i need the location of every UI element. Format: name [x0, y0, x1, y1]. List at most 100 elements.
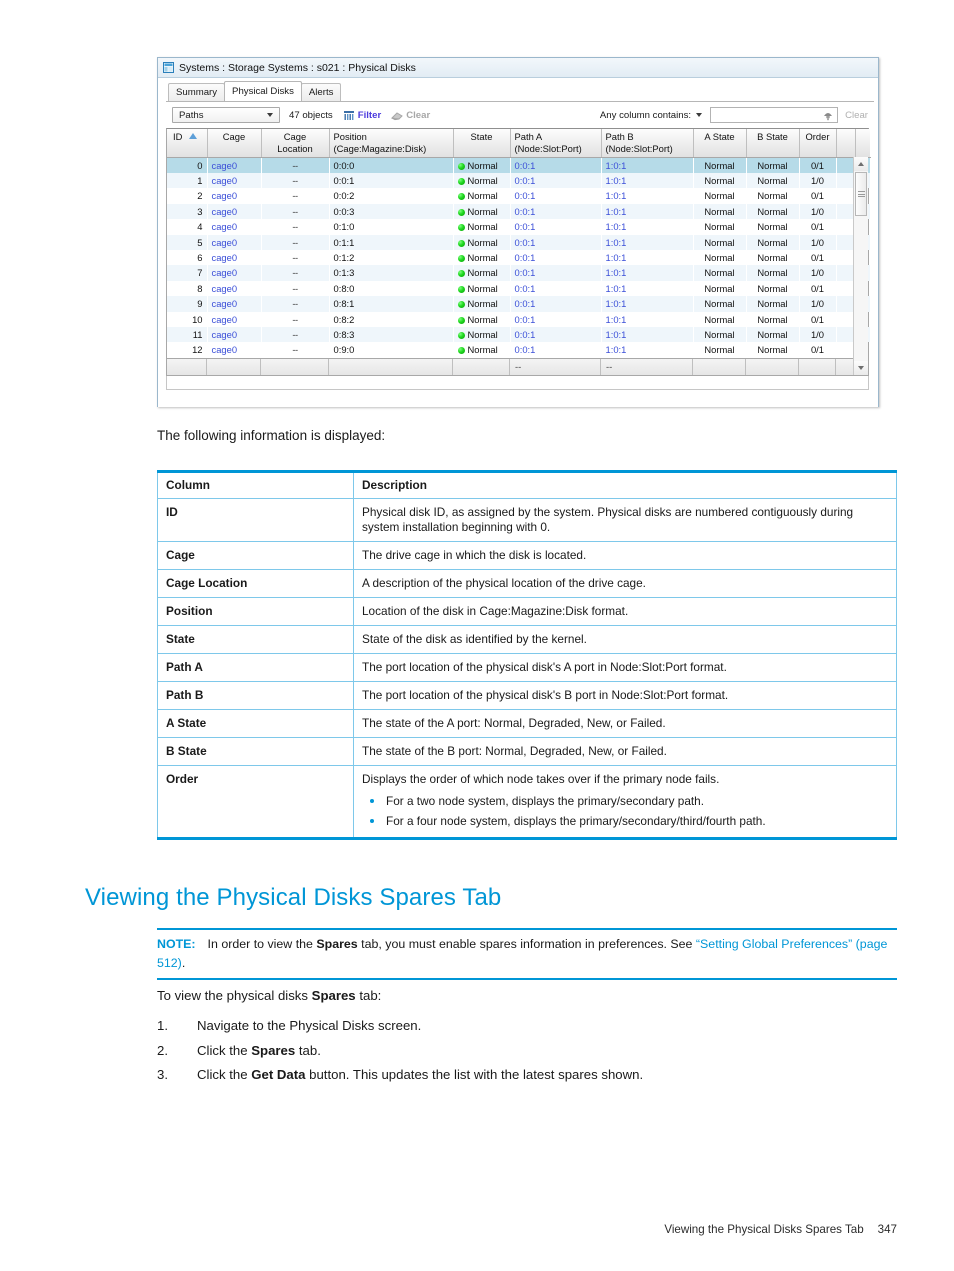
desc-cell-name: Path A — [157, 653, 354, 682]
search-input[interactable] — [710, 107, 839, 123]
desc-row: Path A The port location of the physical … — [157, 653, 897, 682]
col-header-id[interactable]: ID — [167, 129, 208, 158]
col-header-order[interactable]: Order — [799, 129, 837, 158]
scroll-up-arrow-icon[interactable] — [854, 157, 868, 171]
col-header-path-a[interactable]: Path A (Node:Slot:Port) — [510, 129, 602, 158]
desc-cell-description: Physical disk ID, as assigned by the sys… — [353, 498, 897, 542]
table-row[interactable]: 7 cage0 -- 0:1:3 Normal 0:0:1 1:0:1 Normal Norma… — [167, 265, 870, 281]
desc-cell-description: Displays the order of which node takes o… — [353, 765, 897, 840]
table-row[interactable]: 1 cage0 -- 0:0:1 Normal 0:0:1 1:0:1 Normal Norma… — [167, 172, 870, 189]
note-text-1: In order to view the — [207, 937, 317, 951]
filter-button-label: Filter — [357, 109, 382, 121]
note-label: NOTE: — [157, 937, 196, 951]
cell-a-state: Normal — [704, 344, 735, 356]
desc-cell-description: Location of the disk in Cage:Magazine:Di… — [353, 597, 897, 626]
table-row[interactable]: 10 cage0 -- 0:8:2 Normal 0:0:1 1:0:1 Normal Norm… — [167, 312, 870, 327]
table-row[interactable]: 3 cage0 -- 0:0:3 Normal 0:0:1 1:0:1 Normal Norma… — [167, 203, 870, 220]
cell-state-label: Normal — [467, 221, 498, 233]
grid-scrollbar[interactable] — [853, 157, 868, 375]
step-text-2: button. This updates the list with the l… — [305, 1067, 644, 1082]
table-row[interactable]: 2 cage0 -- 0:0:2 Normal 0:0:1 1:0:1 Normal Norma… — [167, 188, 870, 203]
scrollbar-thumb[interactable] — [855, 172, 867, 216]
object-count-label: 47 objects — [289, 109, 333, 121]
col-header-state[interactable]: State — [453, 129, 511, 158]
col-header-path-a-sublabel: (Node:Slot:Port) — [514, 142, 582, 154]
table-row[interactable]: 11 cage0 -- 0:8:3 Normal 0:0:1 1:0:1 Normal Norm… — [167, 326, 870, 343]
tab-summary[interactable]: Summary — [168, 83, 226, 101]
cell-a-state: Normal — [693, 234, 746, 250]
grid-footer-row: -- -- — [167, 357, 868, 375]
view-select[interactable]: Paths — [172, 107, 280, 123]
cell-cage-location: -- — [261, 234, 329, 250]
desc-cell-description: A description of the physical location o… — [353, 569, 897, 598]
desc-row: Cage The drive cage in which the disk is … — [157, 541, 897, 570]
cell-a-state: Normal — [704, 282, 735, 294]
cell-b-state: Normal — [746, 265, 799, 281]
cell-state: Normal — [453, 281, 510, 296]
desc-cell-text: Location of the disk in Cage:Magazine:Di… — [362, 604, 629, 618]
desc-cell-name: A State — [157, 709, 354, 738]
cell-state-label: Normal — [467, 190, 498, 202]
step-bold: Get Data — [251, 1067, 306, 1082]
scroll-down-arrow-icon[interactable] — [854, 360, 868, 375]
filter-button[interactable]: Filter — [343, 110, 381, 121]
desc-cell-name: Cage Location — [157, 569, 354, 598]
filter-icon — [343, 110, 355, 121]
desc-cell-description: The port location of the physical disk's… — [353, 653, 897, 682]
footer-cell-cage — [207, 358, 261, 375]
chevron-down-icon[interactable] — [696, 113, 703, 117]
clear-filter-label: Clear — [406, 109, 431, 121]
footer-cell-a-state — [693, 358, 746, 375]
cell-state-label: Normal — [467, 328, 498, 340]
cell-cage-location: -- — [261, 172, 329, 189]
cell-state: Normal — [453, 219, 510, 234]
step-text-2: tab. — [295, 1042, 321, 1058]
cell-path-b: 1:0:1 — [601, 265, 693, 281]
cell-cage-location: -- — [292, 282, 298, 294]
tab-alerts[interactable]: Alerts — [300, 83, 342, 101]
table-row[interactable]: 4 cage0 -- 0:1:0 Normal 0:0:1 1:0:1 Normal Norma… — [167, 219, 870, 234]
col-header-a-state[interactable]: A State — [693, 129, 747, 158]
cell-path-b: 1:0:1 — [601, 172, 693, 189]
table-row[interactable]: 8 cage0 -- 0:8:0 Normal 0:0:1 1:0:1 Normal Norma… — [167, 281, 870, 296]
cell-position: 0:1:1 — [329, 234, 453, 250]
col-header-position[interactable]: Position (Cage:Magazine:Disk) — [329, 129, 454, 158]
cell-state: Normal — [453, 265, 510, 281]
desc-row: Cage Location A description of the physic… — [157, 569, 897, 598]
cell-position: 0:0:3 — [329, 203, 453, 220]
col-header-path-b[interactable]: Path B (Node:Slot:Port) — [601, 129, 694, 158]
note-callout: NOTE: In order to view the Spares tab, yo… — [157, 928, 897, 980]
green-status-dot — [457, 254, 465, 262]
desc-row: Order Displays the order of which node ta… — [157, 765, 897, 840]
cell-cage-location: -- — [261, 296, 329, 312]
green-status-dot — [457, 270, 465, 278]
col-header-cage-location[interactable]: Cage Location — [261, 129, 330, 158]
table-row[interactable]: 0 cage0 -- 0:0:0 Normal 0:0:1 1:0:1 Normal Norma… — [167, 157, 870, 173]
window-panel-icon — [163, 62, 174, 73]
table-row[interactable]: 9 cage0 -- 0:8:1 Normal 0:0:1 1:0:1 Normal Norma… — [167, 296, 870, 312]
cell-order: 1/0 — [799, 265, 836, 281]
cell-b-state: Normal — [757, 282, 788, 294]
col-header-cage[interactable]: Cage — [207, 129, 262, 158]
cell-cage: cage0 — [207, 157, 261, 173]
footer-cell-b-state — [746, 358, 799, 375]
cell-id: 7 — [167, 265, 207, 281]
desc-bullet-item: For a four node system, displays the pri… — [362, 811, 888, 831]
cell-path-b: 1:0:1 — [605, 190, 627, 202]
table-row[interactable]: 6 cage0 -- 0:1:2 Normal 0:0:1 1:0:1 Normal Norma… — [167, 250, 870, 265]
physical-disks-grid: ID Cage Cage Location Position (Cage:Mag… — [166, 128, 870, 376]
cell-position: 0:0:0 — [329, 157, 453, 173]
cell-position: 0:8:2 — [333, 313, 355, 325]
desc-cell-description: The state of the B port: Normal, Degrade… — [353, 737, 897, 766]
col-header-b-state[interactable]: B State — [746, 129, 800, 158]
clear-filter-button[interactable]: Clear — [391, 110, 430, 121]
cell-path-a: 0:0:1 — [510, 172, 601, 189]
cell-path-b: 1:0:1 — [605, 344, 627, 356]
table-row[interactable]: 5 cage0 -- 0:1:1 Normal 0:0:1 1:0:1 Normal Norma… — [167, 234, 870, 250]
cell-order: 0/1 — [810, 251, 825, 263]
cell-b-state: Normal — [746, 234, 799, 250]
clear-search-button[interactable]: Clear — [845, 110, 868, 121]
table-row[interactable]: 12 cage0 -- 0:9:0 Normal 0:0:1 1:0:1 Normal Norm… — [167, 342, 870, 357]
cell-path-b: 1:0:1 — [601, 234, 693, 250]
tab-physical-disks[interactable]: Physical Disks — [224, 81, 302, 101]
